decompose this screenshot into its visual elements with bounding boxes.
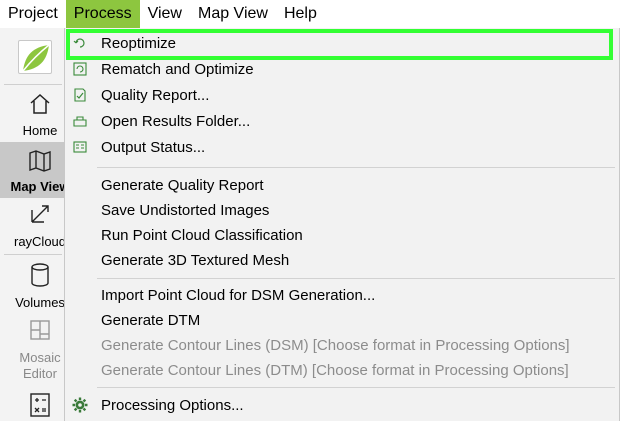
sidebar: Home Map View rayCloud Volumes Mosaic Ed… <box>0 28 70 421</box>
menu-item-run-point-cloud-classification[interactable]: Run Point Cloud Classification <box>65 223 619 248</box>
menu-item-quality-report[interactable]: Quality Report... <box>65 83 619 108</box>
menu-item-generate-dtm[interactable]: Generate DTM <box>65 308 619 333</box>
menu-item-contour-lines-dsm: Generate Contour Lines (DSM) [Choose for… <box>101 337 570 354</box>
menu-item-generate-quality-report[interactable]: Generate Quality Report <box>65 173 619 198</box>
menu-map-view[interactable]: Map View <box>190 0 276 28</box>
menu-view[interactable]: View <box>140 0 190 28</box>
sidebar-item-raycloud[interactable]: rayCloud <box>0 198 66 254</box>
home-icon <box>30 93 50 114</box>
menu-separator <box>97 278 615 279</box>
sidebar-item-volumes[interactable]: Volumes <box>0 258 66 312</box>
quality-report-icon <box>74 88 86 102</box>
menu-item-contour-lines-dtm: Generate Contour Lines (DTM) [Choose for… <box>101 362 569 379</box>
reoptimize-icon <box>73 38 85 48</box>
menu-item-generate-3d-textured-mesh[interactable]: Generate 3D Textured Mesh <box>65 248 619 273</box>
sidebar-item-mosaic-editor[interactable]: Mosaic Editor <box>0 314 66 388</box>
sidebar-item-index-calculator[interactable] <box>0 390 66 421</box>
pix4d-logo <box>18 40 52 74</box>
menu-item-rematch-and-optimize[interactable]: Rematch and Optimize <box>65 57 619 82</box>
menu-bar: Project Process View Map View Help <box>0 0 620 28</box>
raycloud-icon <box>31 205 49 223</box>
rematch-icon <box>73 62 87 76</box>
mosaic-editor-icon <box>30 320 50 340</box>
menu-item-reoptimize[interactable]: Reoptimize <box>65 31 619 56</box>
gear-icon <box>72 397 88 413</box>
menu-item-output-status[interactable]: Output Status... <box>65 135 619 160</box>
menu-item-processing-options[interactable]: Processing Options... <box>65 393 619 418</box>
menu-project[interactable]: Project <box>0 0 66 28</box>
leaf-logo-icon <box>22 44 50 72</box>
index-calculator-icon <box>30 393 50 417</box>
menu-item-import-point-cloud-dsm[interactable]: Import Point Cloud for DSM Generation... <box>65 283 619 308</box>
volumes-icon <box>31 263 49 287</box>
sidebar-divider <box>4 254 62 255</box>
sidebar-item-map-view[interactable]: Map View <box>0 142 70 198</box>
process-menu: Reoptimize Rematch and Optimize Quality … <box>64 28 620 421</box>
menu-separator <box>97 387 615 388</box>
menu-help[interactable]: Help <box>276 0 325 28</box>
output-status-icon <box>73 141 87 153</box>
menu-item-open-results-folder[interactable]: Open Results Folder... <box>65 109 619 134</box>
menu-separator <box>97 167 615 168</box>
sidebar-divider <box>4 84 62 85</box>
menu-process[interactable]: Process <box>65 0 140 28</box>
map-icon <box>29 150 51 172</box>
folder-icon <box>73 116 87 127</box>
menu-item-save-undistorted-images[interactable]: Save Undistorted Images <box>65 198 619 223</box>
sidebar-item-home[interactable]: Home <box>0 88 66 142</box>
